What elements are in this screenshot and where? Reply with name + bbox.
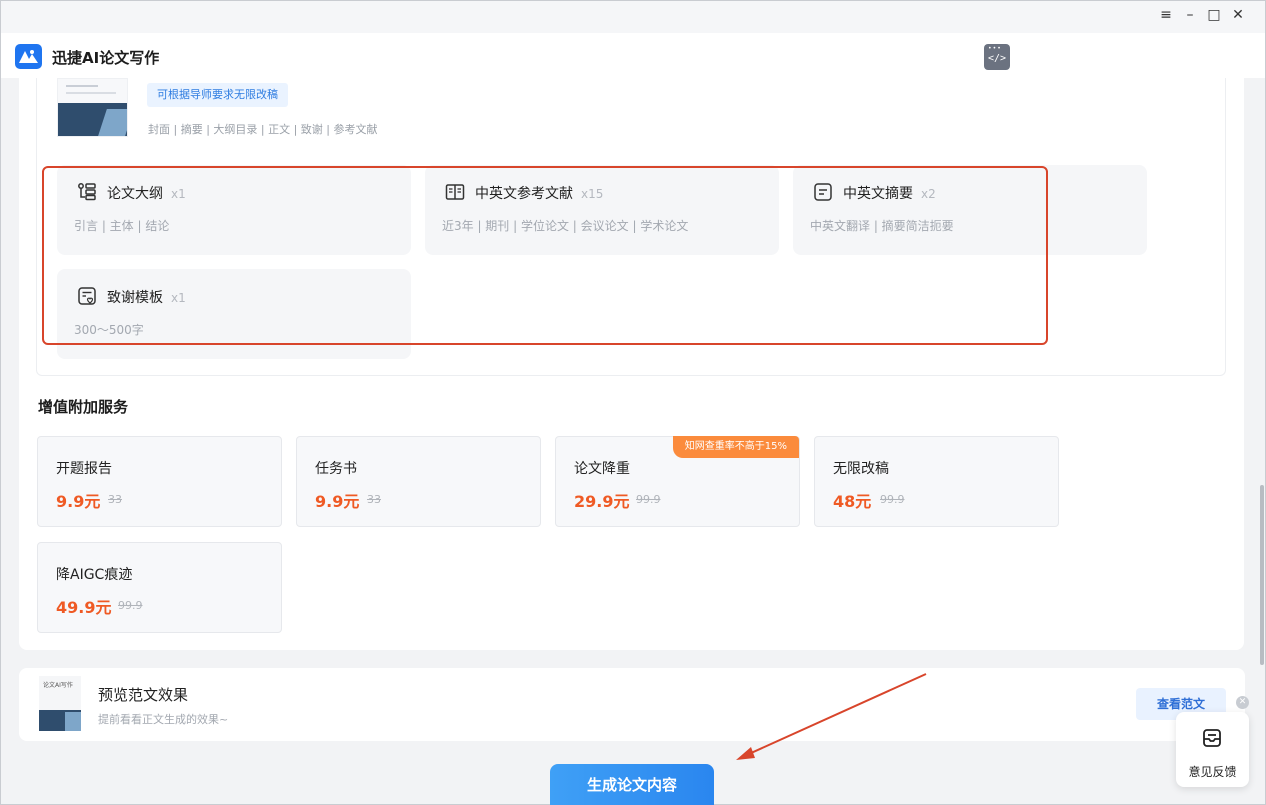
service-original-price: 33 <box>108 493 122 506</box>
annotation-arrow <box>736 673 927 760</box>
preview-card: 论文AI写作 预览范文效果 提前看看正文生成的效果~ 查看范文 <box>19 668 1245 741</box>
feedback-icon <box>1203 729 1221 747</box>
close-button[interactable]: ✕ <box>1231 7 1245 23</box>
code-window-icon[interactable]: ••• </> <box>984 44 1010 70</box>
services-section-title: 增值附加服务 <box>38 398 129 416</box>
thanks-icon <box>78 287 96 305</box>
preview-subtitle: 提前看看正文生成的效果~ <box>98 713 229 726</box>
minimize-button[interactable]: – <box>1183 7 1197 23</box>
close-icon[interactable]: ✕ <box>1236 696 1249 709</box>
feature-desc: 中英文翻译 | 摘要简洁扼要 <box>810 219 954 233</box>
service-name: 无限改稿 <box>833 461 889 477</box>
service-name: 降AIGC痕迹 <box>56 567 133 583</box>
service-original-price: 99.9 <box>880 493 905 506</box>
preview-title: 预览范文效果 <box>98 686 189 704</box>
book-icon <box>445 184 465 200</box>
service-original-price: 99.9 <box>118 599 143 612</box>
service-price: 48元 <box>833 492 872 511</box>
app-title: 迅捷AI论文写作 <box>52 49 160 67</box>
feature-count: x15 <box>581 187 604 201</box>
menu-icon[interactable]: ≡ <box>1159 7 1173 23</box>
feature-count: x1 <box>171 187 186 201</box>
outline-icon <box>78 183 96 201</box>
app-header: 迅捷AI论文写作 ••• </> <box>1 33 1265 78</box>
feature-count: x2 <box>921 187 936 201</box>
feature-name: 中英文参考文献 <box>475 186 573 202</box>
feature-card-thanks: 致谢模板 x1 300～500字 <box>57 269 411 359</box>
service-card-reduce-aigc[interactable]: 降AIGC痕迹 49.9元 99.9 <box>37 542 282 633</box>
app-logo-icon <box>15 44 42 69</box>
feature-count: x1 <box>171 291 186 305</box>
feature-desc: 引言 | 主体 | 结论 <box>74 219 170 233</box>
template-structure-text: 封面 | 摘要 | 大纲目录 | 正文 | 致谢 | 参考文献 <box>148 123 378 136</box>
unlimited-revision-tag: 可根据导师要求无限改稿 <box>147 83 288 107</box>
window-controls: ≡ – □ ✕ <box>1159 7 1245 23</box>
window-titlebar: ≡ – □ ✕ <box>1 1 1265 33</box>
service-card-proposal-report[interactable]: 开题报告 9.9元 33 <box>37 436 282 527</box>
feature-name: 论文大纲 <box>107 186 163 202</box>
service-price: 29.9元 <box>574 492 630 511</box>
feature-name: 致谢模板 <box>107 290 163 306</box>
service-name: 论文降重 <box>574 461 630 477</box>
service-badge: 知网查重率不高于15% <box>672 436 799 458</box>
service-name: 任务书 <box>315 461 357 477</box>
scrollbar[interactable] <box>1259 78 1265 805</box>
feature-card-abstract: 中英文摘要 x2 中英文翻译 | 摘要简洁扼要 <box>793 165 1147 255</box>
feature-desc: 近3年 | 期刊 | 学位论文 | 会议论文 | 学术论文 <box>442 219 689 233</box>
generate-paper-button[interactable]: 生成论文内容 <box>550 764 714 805</box>
service-price: 9.9元 <box>56 492 101 511</box>
service-card-unlimited-revision[interactable]: 无限改稿 48元 99.9 <box>814 436 1059 527</box>
feature-card-references: 中英文参考文献 x15 近3年 | 期刊 | 学位论文 | 会议论文 | 学术论文 <box>425 165 779 255</box>
service-original-price: 33 <box>367 493 381 506</box>
feedback-label: 意见反馈 <box>1188 765 1237 779</box>
service-name: 开题报告 <box>56 461 112 477</box>
feature-desc: 300～500字 <box>74 323 144 337</box>
feedback-button[interactable]: 意见反馈 <box>1176 712 1249 787</box>
maximize-button[interactable]: □ <box>1207 7 1221 23</box>
service-price: 9.9元 <box>315 492 360 511</box>
service-card-plagiarism-reduction[interactable]: 知网查重率不高于15% 论文降重 29.9元 99.9 <box>555 436 800 527</box>
paper-template-thumbnail <box>57 78 128 137</box>
preview-thumbnail-label: 论文AI写作 <box>43 682 73 689</box>
service-original-price: 99.9 <box>636 493 661 506</box>
service-price: 49.9元 <box>56 598 112 617</box>
feature-card-outline: 论文大纲 x1 引言 | 主体 | 结论 <box>57 165 411 255</box>
document-icon <box>814 183 832 201</box>
preview-thumbnail: 论文AI写作 <box>39 676 81 731</box>
feature-name: 中英文摘要 <box>843 186 913 202</box>
service-card-task-book[interactable]: 任务书 9.9元 33 <box>296 436 541 527</box>
scrollbar-thumb[interactable] <box>1260 485 1264 665</box>
